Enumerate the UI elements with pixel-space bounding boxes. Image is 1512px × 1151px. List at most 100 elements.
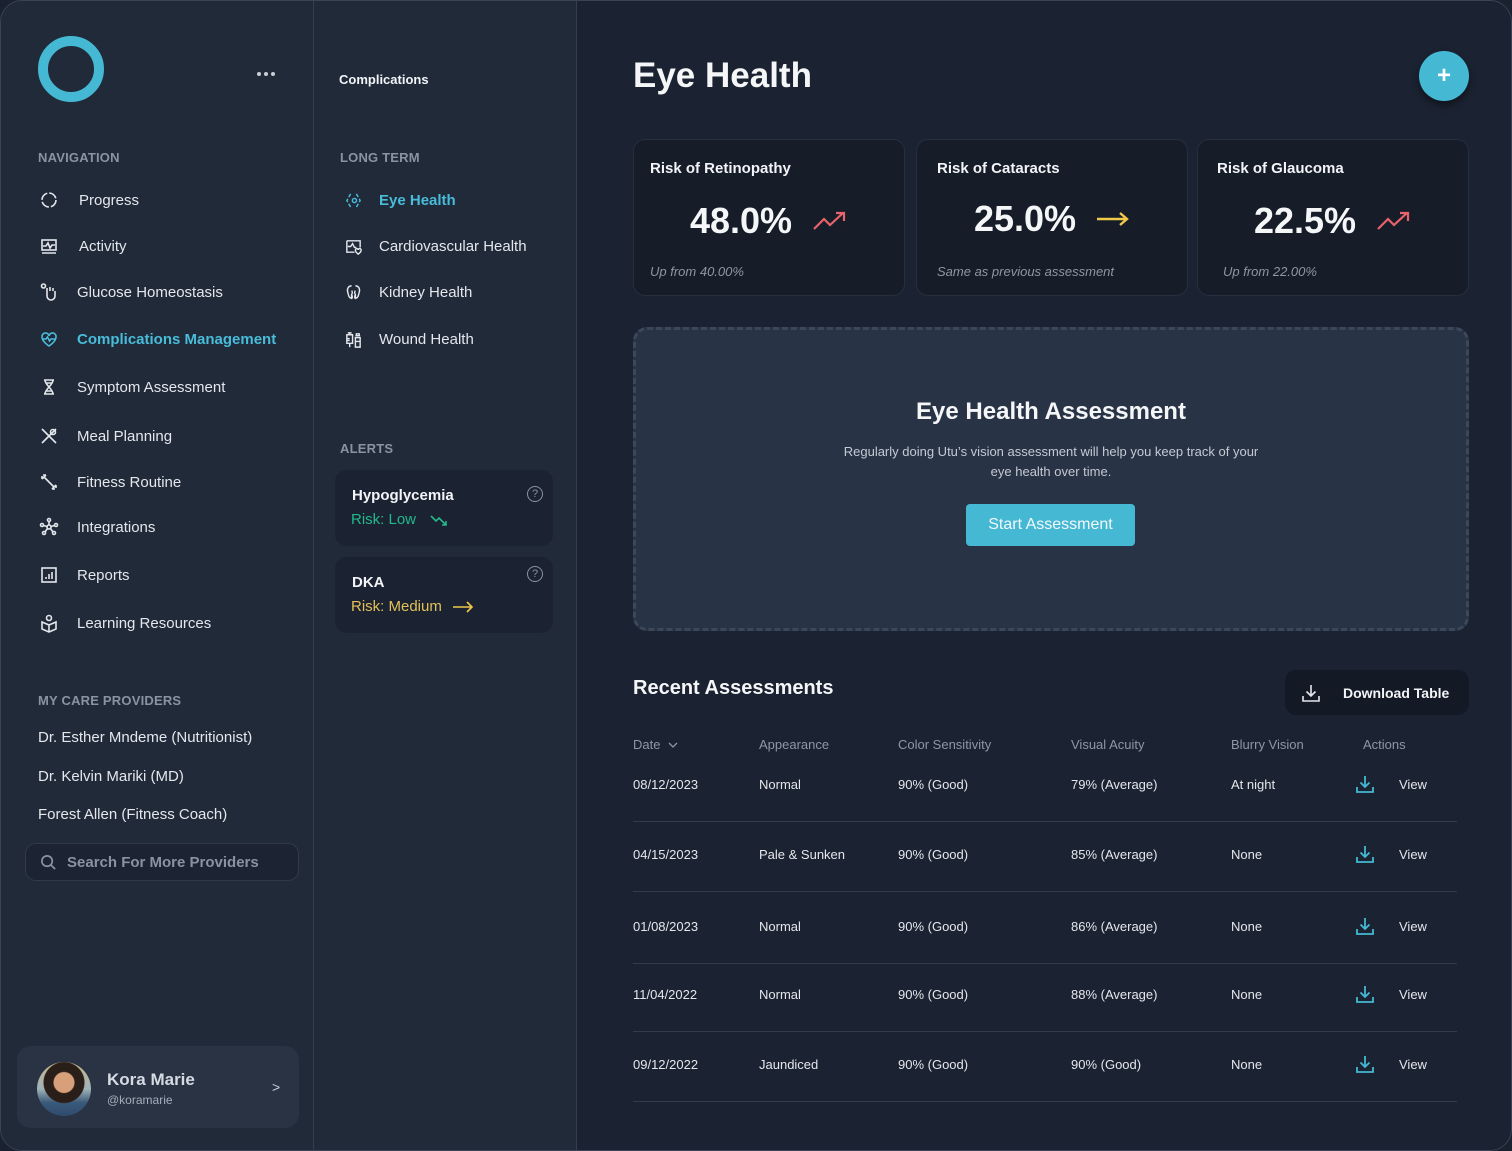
sidebar-item-label: Learning Resources — [77, 614, 212, 632]
cell-color-sensitivity: 90% (Good) — [898, 1057, 969, 1072]
subnav-item-wound-health[interactable]: Wound Health — [342, 326, 474, 352]
sidebar-item-label: Progress — [79, 191, 140, 209]
cell-blurry-vision: None — [1231, 847, 1263, 862]
cell-color-sensitivity: 90% (Good) — [898, 987, 969, 1002]
cell-appearance: Normal — [759, 777, 801, 792]
cell-blurry-vision: None — [1231, 919, 1263, 934]
cell-date: 01/08/2023 — [633, 919, 699, 934]
recent-assessments-title: Recent Assessments — [633, 677, 834, 699]
stat-value: 25.0% — [917, 198, 1187, 240]
sidebar-item-label: Complications Management — [77, 330, 277, 348]
cell-blurry-vision: None — [1231, 987, 1263, 1002]
row-view-link[interactable]: View — [1399, 919, 1427, 934]
stat-label: Risk of Glaucoma — [1217, 160, 1344, 177]
provider-item[interactable]: Dr. Esther Mndeme (Nutritionist) — [38, 729, 252, 746]
sidebar-item-reports[interactable]: Reports — [38, 561, 130, 589]
glucose-hand-icon — [38, 281, 60, 303]
alert-risk-level: Risk: Low — [351, 511, 452, 528]
alert-risk-text: Risk: Medium — [351, 598, 442, 615]
help-icon[interactable]: ? — [527, 486, 543, 502]
utu-logo[interactable] — [38, 36, 104, 102]
main-content: Eye Health + Risk of Retinopathy 48.0% U… — [577, 1, 1511, 1150]
profile-name: Kora Marie — [107, 1070, 195, 1089]
long-term-section-label: LONG TERM — [340, 150, 420, 165]
row-view-link[interactable]: View — [1399, 1057, 1427, 1072]
subnav-item-kidney-health[interactable]: Kidney Health — [342, 279, 472, 305]
cell-appearance: Normal — [759, 987, 801, 1002]
row-view-link[interactable]: View — [1399, 847, 1427, 862]
dumbbell-icon — [38, 471, 60, 493]
cell-date: 04/15/2023 — [633, 847, 699, 862]
row-view-link[interactable]: View — [1399, 987, 1427, 1002]
stat-number: 48.0% — [689, 200, 793, 241]
more-dot-icon — [257, 72, 261, 76]
start-assessment-button[interactable]: Start Assessment — [966, 504, 1135, 546]
alerts-section-label: ALERTS — [340, 441, 394, 456]
app-window: NAVIGATION Progress Activity Glucose Hom… — [0, 0, 1512, 1151]
sidebar-item-symptom-assessment[interactable]: Symptom Assessment — [38, 373, 225, 401]
row-view-link[interactable]: View — [1399, 777, 1427, 792]
add-button[interactable]: + — [1419, 51, 1469, 101]
cell-visual-acuity: 85% (Average) — [1071, 847, 1158, 862]
subnav-item-cardiovascular-health[interactable]: Cardiovascular Health — [342, 233, 527, 259]
chevron-right-icon[interactable]: > — [272, 1079, 280, 1095]
primary-sidebar: NAVIGATION Progress Activity Glucose Hom… — [1, 1, 314, 1150]
subnav-item-label: Kidney Health — [379, 283, 473, 301]
user-profile-card[interactable]: Kora Marie @koramarie > — [17, 1046, 299, 1128]
syringe-bottle-icon — [342, 328, 364, 350]
trend-down-icon — [430, 514, 447, 526]
row-download-icon[interactable] — [1355, 774, 1375, 799]
cell-color-sensitivity: 90% (Good) — [898, 777, 969, 792]
cell-visual-acuity: 86% (Average) — [1071, 919, 1158, 934]
sidebar-item-activity[interactable]: Activity — [38, 232, 127, 260]
stat-card-glaucoma: Risk of Glaucoma 22.5% Up from 22.00% — [1197, 139, 1469, 296]
search-placeholder: Search For More Providers — [67, 853, 259, 871]
sidebar-item-label: Meal Planning — [77, 427, 173, 445]
row-download-icon[interactable] — [1355, 984, 1375, 1009]
subnav-title: Complications — [339, 72, 429, 87]
alert-risk-text: Risk: Low — [351, 511, 417, 528]
more-options-button[interactable] — [253, 64, 279, 84]
sidebar-item-progress[interactable]: Progress — [38, 186, 139, 214]
stat-card-cataracts: Risk of Cataracts 25.0% Same as previous… — [916, 139, 1188, 296]
stat-card-retinopathy: Risk of Retinopathy 48.0% Up from 40.00% — [633, 139, 905, 296]
cell-appearance: Pale & Sunken — [759, 847, 846, 862]
provider-search-input[interactable]: Search For More Providers — [25, 843, 299, 881]
table-row: 08/12/2023 Normal 90% (Good) 79% (Averag… — [633, 731, 1457, 822]
heart-pulse-icon — [38, 328, 60, 350]
more-dot-icon — [271, 72, 275, 76]
row-download-icon[interactable] — [1355, 844, 1375, 869]
download-table-button[interactable]: Download Table — [1285, 670, 1469, 715]
help-icon[interactable]: ? — [527, 566, 543, 582]
stat-note: Up from 40.00% — [650, 264, 744, 279]
sidebar-item-complications-management[interactable]: Complications Management — [38, 325, 276, 353]
table-row: 04/15/2023 Pale & Sunken 90% (Good) 85% … — [633, 822, 1457, 892]
stat-number: 22.5% — [1253, 200, 1357, 241]
reader-book-icon — [38, 612, 60, 634]
sidebar-item-integrations[interactable]: Integrations — [38, 513, 155, 541]
provider-item[interactable]: Forest Allen (Fitness Coach) — [38, 806, 227, 823]
subnav-item-eye-health[interactable]: Eye Health — [342, 187, 456, 213]
alert-card-dka[interactable]: DKA Risk: Medium ? — [335, 557, 553, 633]
row-download-icon[interactable] — [1355, 916, 1375, 941]
sidebar-item-meal-planning[interactable]: Meal Planning — [38, 422, 172, 450]
sidebar-item-fitness-routine[interactable]: Fitness Routine — [38, 468, 181, 496]
stat-note: Up from 22.00% — [1223, 264, 1317, 279]
download-icon — [1302, 684, 1320, 702]
network-icon — [38, 516, 60, 538]
stat-label: Risk of Retinopathy — [650, 160, 791, 177]
cell-blurry-vision: At night — [1231, 777, 1276, 792]
subnav-item-label: Cardiovascular Health — [379, 237, 527, 255]
alert-card-hypoglycemia[interactable]: Hypoglycemia Risk: Low ? — [335, 470, 553, 546]
assessment-description: Regularly doing Utu’s vision assessment … — [843, 444, 1259, 479]
sidebar-item-glucose-homeostasis[interactable]: Glucose Homeostasis — [38, 278, 223, 306]
alert-risk-level: Risk: Medium — [351, 598, 474, 615]
row-download-icon[interactable] — [1355, 1054, 1375, 1079]
table-row: 11/04/2022 Normal 90% (Good) 88% (Averag… — [633, 964, 1457, 1032]
kidney-icon — [342, 281, 364, 303]
stat-value: 22.5% — [1198, 200, 1468, 242]
provider-item[interactable]: Dr. Kelvin Mariki (MD) — [38, 768, 184, 785]
stat-number: 25.0% — [973, 198, 1077, 239]
stat-label: Risk of Cataracts — [937, 160, 1060, 177]
sidebar-item-learning-resources[interactable]: Learning Resources — [38, 609, 211, 637]
